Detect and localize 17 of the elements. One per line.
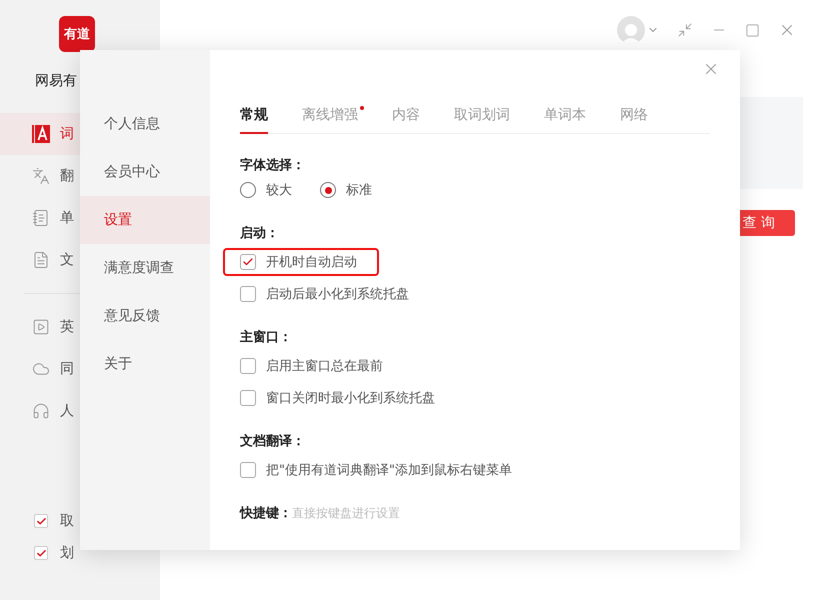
option-label: 启用主窗口总在最前 <box>266 358 383 375</box>
option-label: 划 <box>60 544 74 562</box>
option-label: 窗口关闭时最小化到系统托盘 <box>266 390 435 407</box>
option-label: 标准 <box>346 182 372 199</box>
option-label: 把"使用有道词典翻译"添加到鼠标右键菜单 <box>266 462 512 479</box>
option-label: 开机时自动启动 <box>266 254 357 271</box>
section-title: 启动： <box>240 224 280 242</box>
section-title: 主窗口： <box>240 328 293 346</box>
section-title: 快捷键： <box>240 505 292 522</box>
section-title: 文档翻译： <box>240 432 306 450</box>
option-label: 取 <box>60 512 74 530</box>
app-logo: 有道 <box>59 16 95 52</box>
option-label: 启动后最小化到系统托盘 <box>266 286 409 303</box>
option-label: 较大 <box>266 182 292 199</box>
hint-text: 直接按键盘进行设置 <box>292 505 400 522</box>
app-name: 网易有 <box>35 72 78 90</box>
section-title: 字体选择： <box>240 156 306 174</box>
